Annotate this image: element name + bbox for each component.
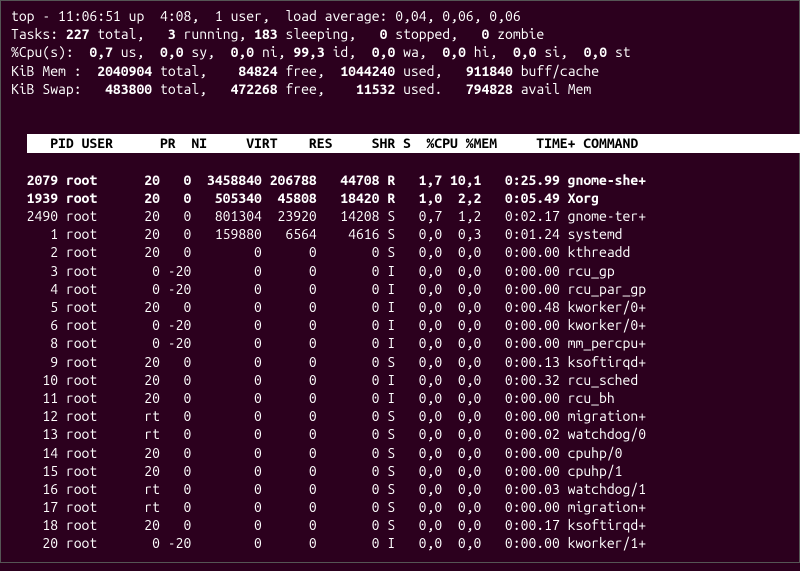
- process-row: 10 root 20 0 0 0 0 I 0,0 0,0 0:00.32 rcu…: [11, 371, 789, 389]
- process-row: 2490 root 20 0 801304 23920 14208 S 0,7 …: [11, 207, 789, 225]
- summary-line-mem: KiB Mem : 2040904 total, 84824 free, 104…: [11, 62, 789, 80]
- process-row: 5 root 20 0 0 0 0 I 0,0 0,0 0:00.48 kwor…: [11, 298, 789, 316]
- summary-line-top: top - 11:06:51 up 4:08, 1 user, load ave…: [11, 7, 789, 25]
- column-header-row: PID USER PR NI VIRT RES SHR S %CPU %MEM …: [27, 134, 800, 152]
- process-row: 3 root 0 -20 0 0 0 I 0,0 0,0 0:00.00 rcu…: [11, 262, 789, 280]
- process-row: 4 root 0 -20 0 0 0 I 0,0 0,0 0:00.00 rcu…: [11, 280, 789, 298]
- process-row: 15 root 20 0 0 0 0 S 0,0 0,0 0:00.00 cpu…: [11, 462, 789, 480]
- process-row: 2 root 20 0 0 0 0 S 0,0 0,0 0:00.00 kthr…: [11, 243, 789, 261]
- blank-line: [11, 98, 789, 116]
- summary-line-swap: KiB Swap: 483800 total, 472268 free, 115…: [11, 80, 789, 98]
- summary-line-cpu: %Cpu(s): 0,7 us, 0,0 sy, 0,0 ni, 99,3 id…: [11, 43, 789, 61]
- summary-line-tasks: Tasks: 227 total, 3 running, 183 sleepin…: [11, 25, 789, 43]
- process-row: 13 root rt 0 0 0 0 S 0,0 0,0 0:00.02 wat…: [11, 425, 789, 443]
- process-row: 8 root 0 -20 0 0 0 I 0,0 0,0 0:00.00 mm_…: [11, 334, 789, 352]
- process-row: 17 root rt 0 0 0 0 S 0,0 0,0 0:00.00 mig…: [11, 498, 789, 516]
- process-row: 12 root rt 0 0 0 0 S 0,0 0,0 0:00.00 mig…: [11, 407, 789, 425]
- process-table: PID USER PR NI VIRT RES SHR S %CPU %MEM …: [11, 116, 789, 571]
- process-row: 20 root 0 -20 0 0 0 I 0,0 0,0 0:00.00 kw…: [11, 534, 789, 552]
- process-row: 18 root 20 0 0 0 0 S 0,0 0,0 0:00.17 kso…: [11, 516, 789, 534]
- process-row: 1 root 20 0 159880 6564 4616 S 0,0 0,3 0…: [11, 225, 789, 243]
- process-row: 14 root 20 0 0 0 0 S 0,0 0,0 0:00.00 cpu…: [11, 444, 789, 462]
- process-row: 11 root 20 0 0 0 0 I 0,0 0,0 0:00.00 rcu…: [11, 389, 789, 407]
- process-row: 9 root 20 0 0 0 0 S 0,0 0,0 0:00.13 ksof…: [11, 353, 789, 371]
- process-row: 16 root rt 0 0 0 0 S 0,0 0,0 0:00.03 wat…: [11, 480, 789, 498]
- process-row: 1939 root 20 0 505340 45808 18420 R 1,0 …: [11, 189, 789, 207]
- process-row: 2079 root 20 0 3458840 206788 44708 R 1,…: [11, 171, 789, 189]
- process-row: 6 root 0 -20 0 0 0 I 0,0 0,0 0:00.00 kwo…: [11, 316, 789, 334]
